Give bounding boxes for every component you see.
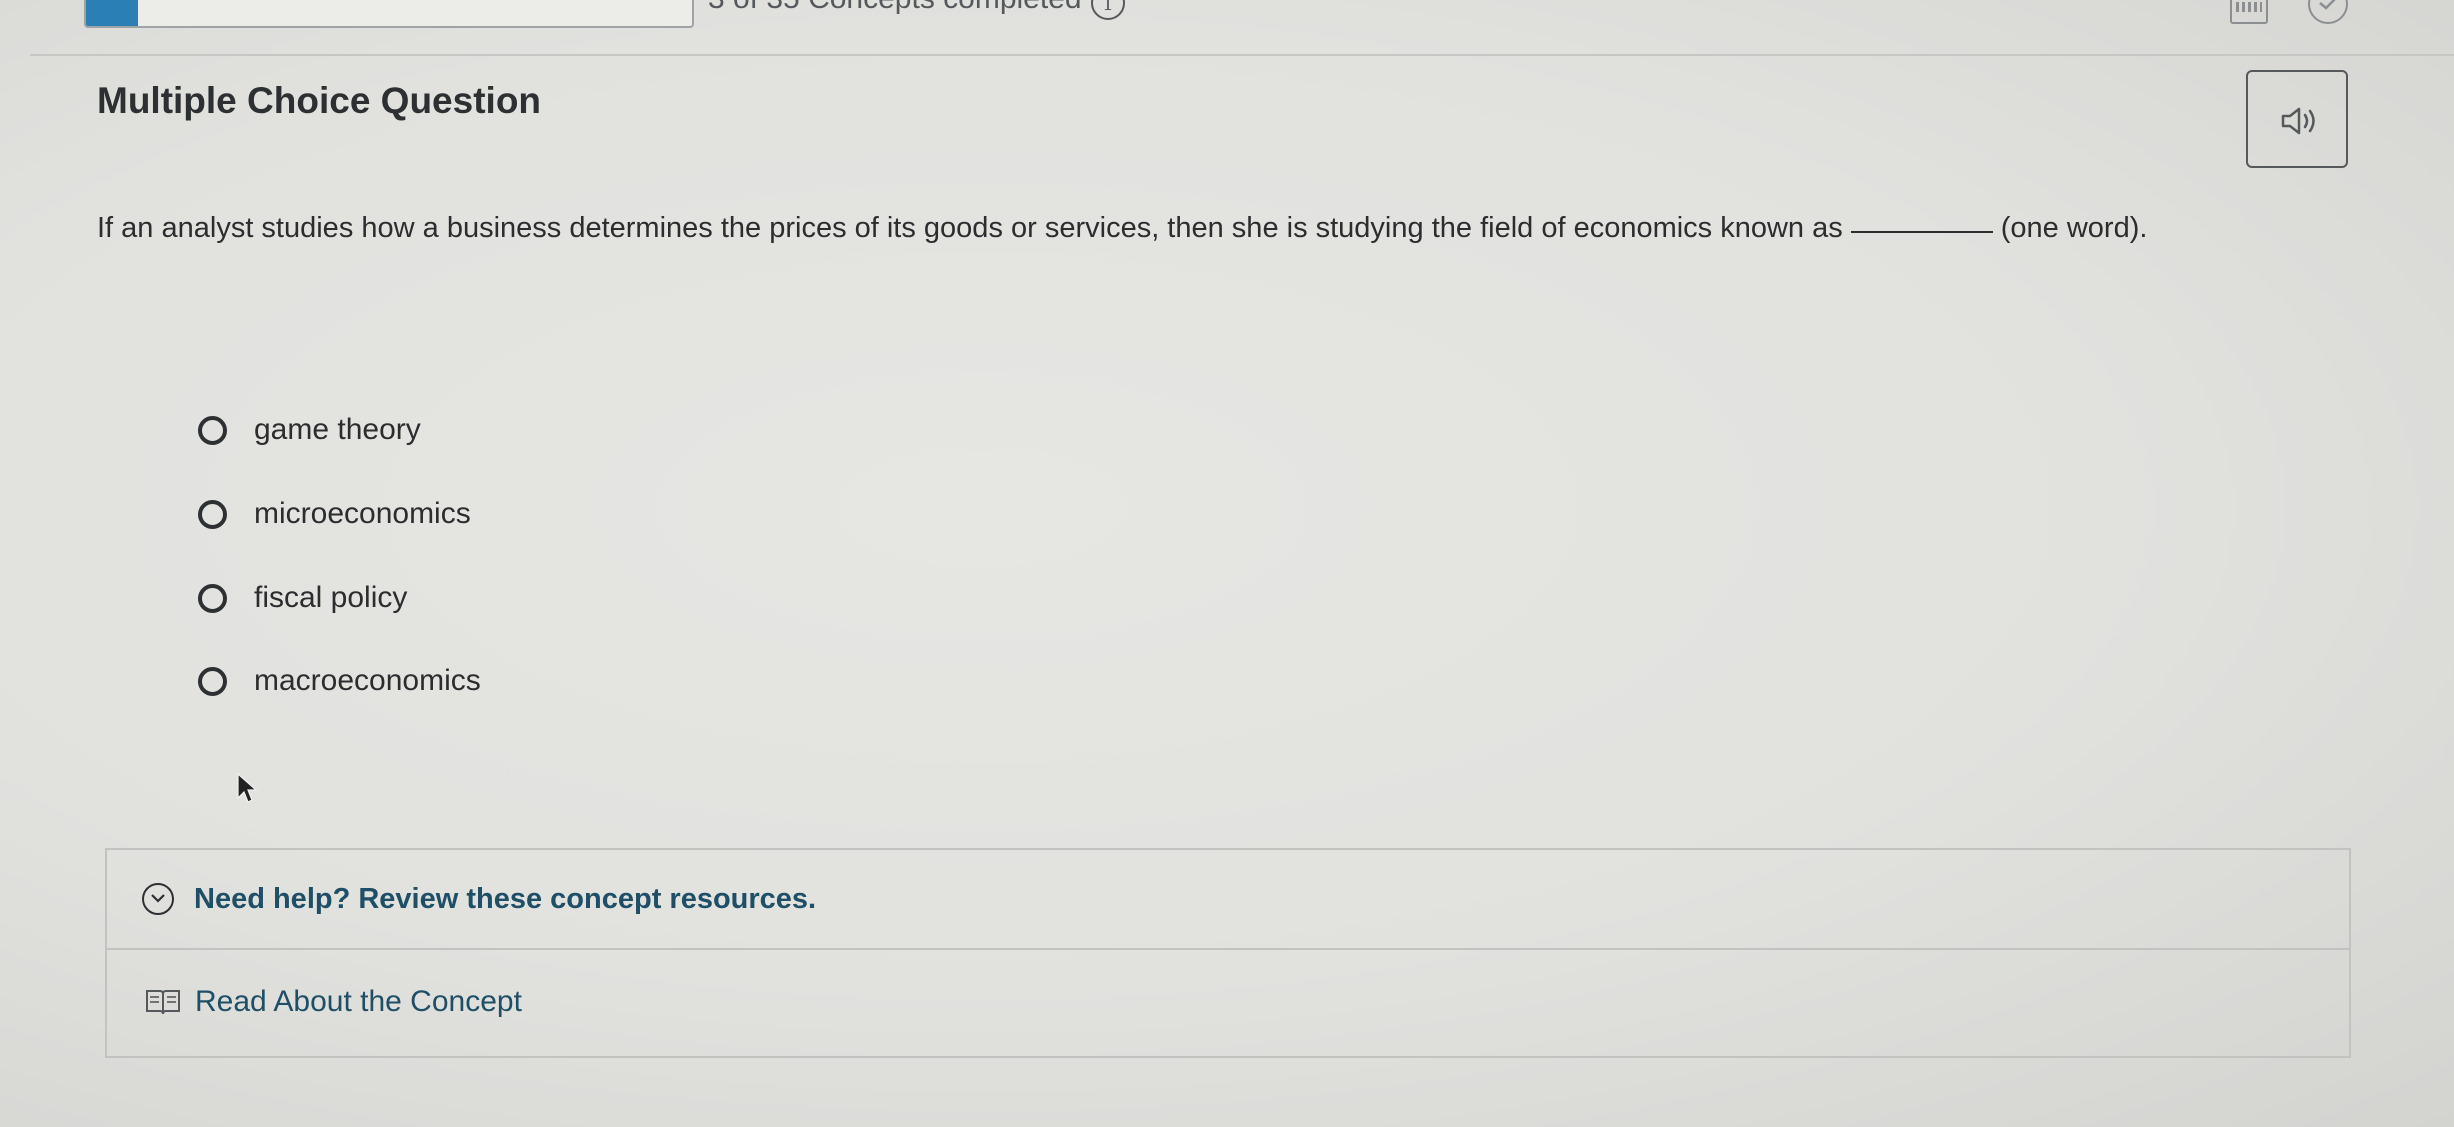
radio-button[interactable] — [198, 666, 227, 696]
calculator-icon[interactable] — [2230, 0, 2268, 24]
progress-bar-fill — [86, 0, 139, 26]
book-icon — [146, 990, 180, 1015]
read-about-concept-label[interactable]: Read About the Concept — [195, 985, 522, 1019]
option-microeconomics[interactable]: microeconomics — [198, 489, 471, 539]
option-label: macroeconomics — [254, 664, 481, 697]
top-divider — [30, 54, 2454, 56]
check-circle-icon[interactable] — [2308, 0, 2348, 24]
radio-button[interactable] — [198, 499, 227, 529]
radio-button[interactable] — [198, 415, 227, 445]
option-game-theory[interactable]: game theory — [198, 405, 421, 455]
audio-button[interactable] — [2246, 70, 2348, 168]
option-label: fiscal policy — [254, 581, 408, 614]
question-prompt: If an analyst studies how a business det… — [97, 206, 2387, 250]
info-badge[interactable]: 1 — [1091, 0, 1125, 20]
question-text: If an analyst studies how a business det… — [97, 212, 1843, 244]
radio-button[interactable] — [198, 583, 227, 613]
answer-blank — [1850, 231, 1993, 233]
help-toggle[interactable]: Need help? Review these concept resource… — [107, 850, 2349, 950]
page-title: Multiple Choice Question — [97, 80, 542, 121]
help-toggle-label[interactable]: Need help? Review these concept resource… — [194, 883, 816, 916]
progress-label: 3 of 35 Concepts completed — [708, 0, 1082, 16]
option-label: game theory — [254, 413, 421, 446]
option-macroeconomics[interactable]: macroeconomics — [198, 656, 481, 706]
speaker-icon — [2281, 107, 2315, 135]
chevron-down-icon[interactable] — [142, 883, 174, 915]
option-fiscal-policy[interactable]: fiscal policy — [198, 573, 407, 623]
concept-resources-panel: Need help? Review these concept resource… — [105, 848, 2351, 1058]
progress-bar — [84, 0, 694, 28]
question-suffix: (one word). — [2000, 212, 2148, 244]
top-bar: 3 of 35 Concepts completed 1 — [0, 0, 2454, 58]
mouse-cursor-icon — [237, 772, 258, 803]
read-about-concept-link[interactable]: Read About the Concept — [107, 948, 2349, 1056]
option-label: microeconomics — [254, 497, 471, 530]
